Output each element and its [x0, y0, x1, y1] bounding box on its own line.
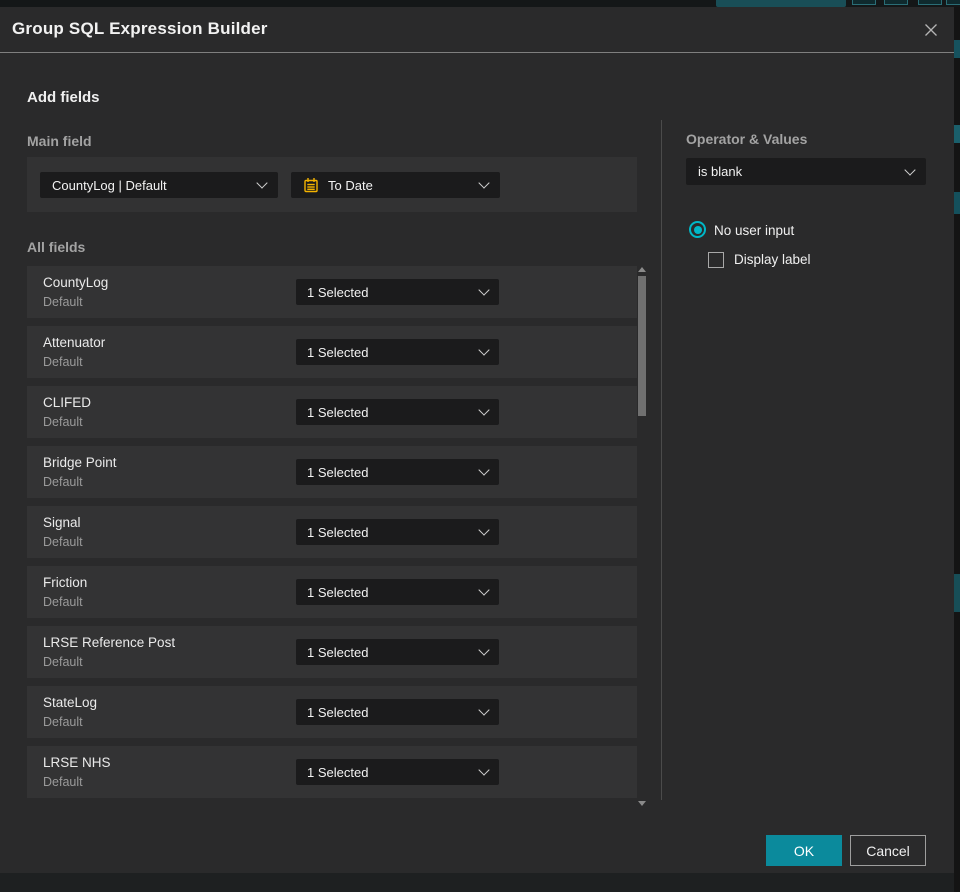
dialog-title: Group SQL Expression Builder	[12, 19, 268, 38]
chevron-down-icon	[478, 284, 490, 296]
field-selection-value: 1 Selected	[307, 344, 369, 360]
field-subtitle: Default	[43, 655, 83, 669]
chevron-down-icon	[256, 177, 268, 189]
no-user-input-radio[interactable]	[689, 221, 706, 238]
field-row: Friction Default 1 Selected	[27, 566, 637, 618]
chevron-down-icon	[478, 177, 490, 189]
field-name: StateLog	[43, 695, 98, 710]
field-selection-dropdown[interactable]: 1 Selected	[296, 279, 499, 305]
ok-button[interactable]: OK	[766, 835, 842, 866]
add-fields-heading: Add fields	[27, 89, 100, 106]
main-field-select[interactable]: CountyLog | Default	[40, 172, 278, 198]
background-toolbar-box	[852, 0, 876, 5]
calendar-icon	[303, 177, 319, 193]
close-button[interactable]	[921, 20, 941, 40]
background-accent-segment	[954, 40, 960, 58]
field-selection-dropdown[interactable]: 1 Selected	[296, 339, 499, 365]
field-selection-dropdown[interactable]: 1 Selected	[296, 519, 499, 545]
operator-select[interactable]: is blank	[686, 158, 926, 185]
field-name: CLIFED	[43, 395, 92, 410]
background-right-strip	[954, 7, 960, 892]
main-field-attribute-select[interactable]: To Date	[291, 172, 500, 198]
background-accent-segment	[954, 192, 960, 214]
background-toolbar-box	[918, 0, 942, 5]
chevron-down-icon	[478, 464, 490, 476]
field-selection-dropdown[interactable]: 1 Selected	[296, 759, 499, 785]
chevron-down-icon	[478, 764, 490, 776]
field-name: Bridge Point	[43, 455, 117, 470]
close-icon	[925, 24, 937, 36]
no-user-input-label: No user input	[714, 223, 795, 238]
field-row: LRSE NHS Default 1 Selected	[27, 746, 637, 798]
field-row: StateLog Default 1 Selected	[27, 686, 637, 738]
field-subtitle: Default	[43, 715, 83, 729]
field-selection-value: 1 Selected	[307, 584, 369, 600]
field-selection-dropdown[interactable]: 1 Selected	[296, 639, 499, 665]
scrollbar-down-arrow[interactable]	[638, 801, 646, 806]
display-label-checkbox[interactable]	[708, 252, 724, 268]
field-subtitle: Default	[43, 415, 83, 429]
operator-values-label: Operator & Values	[686, 131, 808, 147]
field-selection-dropdown[interactable]: 1 Selected	[296, 579, 499, 605]
field-subtitle: Default	[43, 355, 83, 369]
field-row: CLIFED Default 1 Selected	[27, 386, 637, 438]
group-sql-expression-builder-dialog: Group SQL Expression Builder Add fields …	[0, 7, 954, 873]
field-name: LRSE NHS	[43, 755, 111, 770]
panel-divider	[661, 120, 662, 800]
field-selection-value: 1 Selected	[307, 524, 369, 540]
main-field-container: CountyLog | Default To Date	[27, 157, 637, 212]
background-bottom-strip	[0, 873, 954, 892]
field-name: Attenuator	[43, 335, 106, 350]
field-row: LRSE Reference Post Default 1 Selected	[27, 626, 637, 678]
field-name: LRSE Reference Post	[43, 635, 176, 650]
background-accent-segment	[954, 574, 960, 612]
chevron-down-icon	[478, 704, 490, 716]
chevron-down-icon	[478, 344, 490, 356]
live-view-label: Live view	[763, 0, 812, 2]
chevron-down-icon	[478, 404, 490, 416]
main-field-attribute-value: To Date	[328, 177, 373, 193]
field-selection-value: 1 Selected	[307, 764, 369, 780]
field-row: CountyLog Default 1 Selected	[27, 266, 637, 318]
chevron-down-icon	[904, 163, 916, 176]
display-label-label: Display label	[734, 252, 811, 267]
field-selection-dropdown[interactable]: 1 Selected	[296, 699, 499, 725]
field-row: Bridge Point Default 1 Selected	[27, 446, 637, 498]
field-selection-value: 1 Selected	[307, 644, 369, 660]
field-selection-value: 1 Selected	[307, 704, 369, 720]
scrollbar-up-arrow[interactable]	[638, 267, 646, 272]
field-selection-value: 1 Selected	[307, 284, 369, 300]
all-fields-list: CountyLog Default 1 Selected Attenuator …	[27, 266, 637, 806]
field-subtitle: Default	[43, 475, 83, 489]
background-app-strip: Live view	[0, 0, 960, 7]
field-subtitle: Default	[43, 775, 83, 789]
background-accent-segment	[954, 125, 960, 143]
background-toolbar-box	[884, 0, 908, 5]
field-selection-value: 1 Selected	[307, 464, 369, 480]
field-name: CountyLog	[43, 275, 109, 290]
live-view-button[interactable]: Live view	[716, 0, 846, 7]
field-selection-dropdown[interactable]: 1 Selected	[296, 399, 499, 425]
field-name: Signal	[43, 515, 81, 530]
field-subtitle: Default	[43, 295, 83, 309]
dialog-titlebar: Group SQL Expression Builder	[0, 7, 954, 53]
field-selection-dropdown[interactable]: 1 Selected	[296, 459, 499, 485]
field-subtitle: Default	[43, 595, 83, 609]
field-name: Friction	[43, 575, 88, 590]
field-row: Attenuator Default 1 Selected	[27, 326, 637, 378]
chevron-down-icon	[478, 644, 490, 656]
main-field-select-value: CountyLog | Default	[52, 177, 167, 193]
chevron-down-icon	[478, 524, 490, 536]
background-toolbar-box	[946, 0, 960, 5]
field-selection-value: 1 Selected	[307, 404, 369, 420]
all-fields-label: All fields	[27, 239, 86, 255]
screen: Live view Group SQL Expression Builder A…	[0, 0, 960, 892]
operator-select-value: is blank	[698, 164, 743, 179]
chevron-down-icon	[478, 584, 490, 596]
cancel-button[interactable]: Cancel	[850, 835, 926, 866]
field-row: Signal Default 1 Selected	[27, 506, 637, 558]
scrollbar-thumb[interactable]	[638, 276, 646, 416]
field-subtitle: Default	[43, 535, 83, 549]
main-field-label: Main field	[27, 133, 92, 149]
